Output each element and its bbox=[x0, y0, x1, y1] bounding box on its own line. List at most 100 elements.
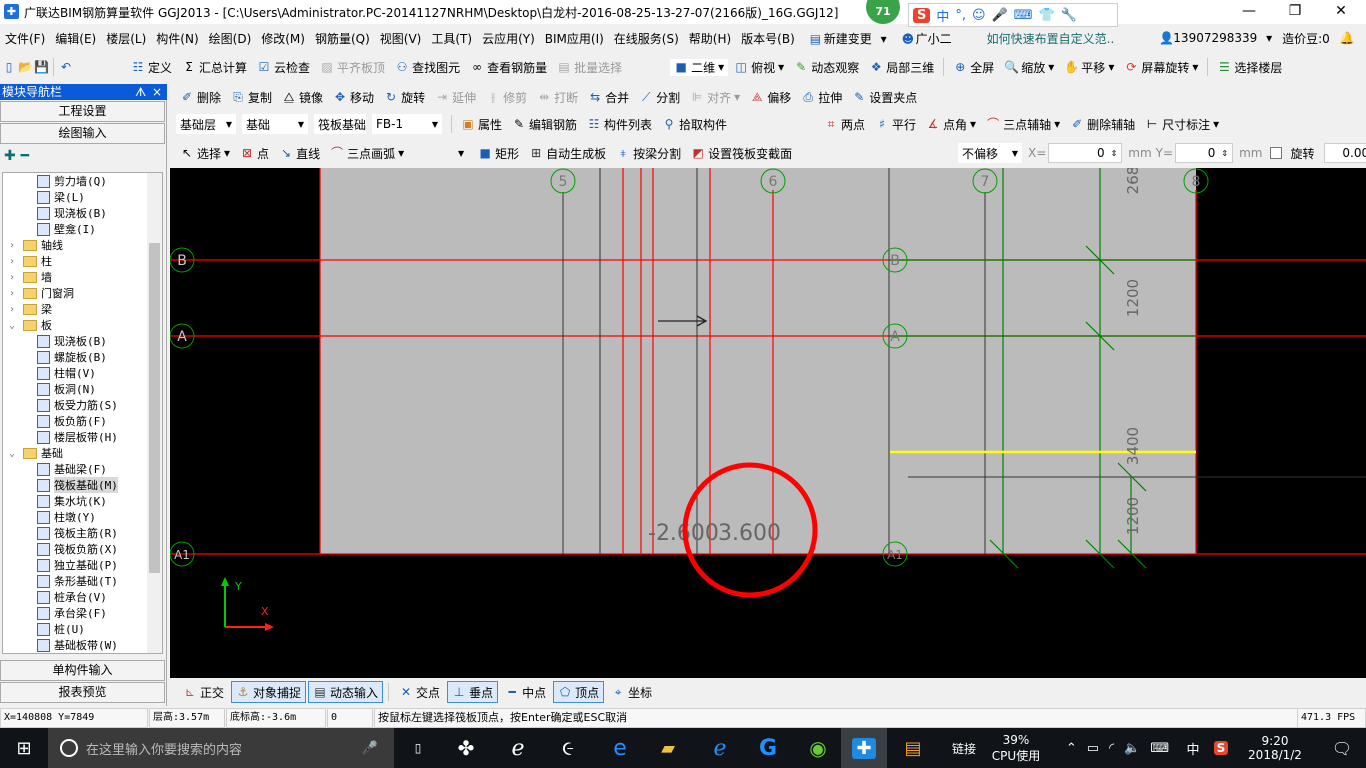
tree-item[interactable]: 剪力墙(Q) bbox=[37, 173, 107, 189]
tree-item[interactable]: 壁龛(I) bbox=[37, 221, 96, 237]
tree-item[interactable]: 柱墩(Y) bbox=[37, 509, 96, 525]
tree-item[interactable]: 梁(L) bbox=[37, 189, 85, 205]
arc-option-select[interactable]: ▼ bbox=[410, 143, 469, 163]
edit-rebar-button[interactable]: ✎ 编辑钢筋 bbox=[508, 116, 581, 133]
ime-skin-icon[interactable]: 👕 bbox=[1039, 8, 1055, 23]
action-center-button[interactable]: 🗨 bbox=[1318, 728, 1366, 768]
local-3d-button[interactable]: ❖ 局部三维 bbox=[865, 59, 938, 76]
tree-item[interactable]: 螺旋板(B) bbox=[37, 349, 107, 365]
taskbar-app-ie2[interactable]: ℯ bbox=[698, 728, 742, 768]
component-list-button[interactable]: ☷ 构件列表 bbox=[583, 116, 656, 133]
volume-icon[interactable]: 🔈 bbox=[1124, 741, 1140, 756]
menu-file[interactable]: 文件(F) bbox=[0, 30, 50, 47]
taskbar-app-notes[interactable]: ▤ bbox=[893, 728, 933, 768]
coordinate-snap[interactable]: ⌖ 坐标 bbox=[606, 681, 657, 703]
view-2d-select[interactable]: ■ 二维 ▾ bbox=[670, 58, 729, 76]
grip-button[interactable]: ✎ 设置夹点 bbox=[848, 89, 921, 106]
canvas-drawing[interactable]: 5 6 7 8 B A A1 B A A1 268 1200 3400 1200… bbox=[170, 168, 1366, 678]
menu-view[interactable]: 视图(V) bbox=[375, 30, 427, 47]
zoom-button[interactable]: 🔍 缩放 ▾ bbox=[1000, 59, 1058, 76]
menu-floor[interactable]: 楼层(L) bbox=[101, 30, 151, 47]
rotate-screen-button[interactable]: ⟳ 屏幕旋转 ▾ bbox=[1120, 59, 1202, 76]
tree-item[interactable]: 筏板基础(M) bbox=[37, 477, 118, 493]
tree-folder[interactable]: ⌄ 板 bbox=[9, 317, 52, 333]
menu-edit[interactable]: 编辑(E) bbox=[50, 30, 101, 47]
tree-folder[interactable]: › 墙 bbox=[9, 269, 52, 285]
category-select[interactable]: 基础 ▼ bbox=[242, 114, 308, 134]
save-icon[interactable]: 💾 bbox=[34, 60, 49, 74]
ime-settings-icon[interactable]: 🔧 bbox=[1061, 8, 1077, 23]
report-preview-button[interactable]: 报表预览 bbox=[0, 682, 165, 703]
chevron-up-icon[interactable]: ⌃ bbox=[1066, 741, 1077, 756]
tree-item[interactable]: 基础板带(W) bbox=[37, 637, 118, 653]
pin-icon[interactable]: ᗑ bbox=[135, 84, 146, 100]
tree-item[interactable]: 柱帽(V) bbox=[37, 365, 96, 381]
line-button[interactable]: ↘ 直线 bbox=[275, 145, 324, 162]
intersection-snap[interactable]: ✕ 交点 bbox=[394, 681, 445, 703]
tree-folder[interactable]: ⌄ 基础 bbox=[9, 445, 63, 461]
copy-button[interactable]: ⎘ 复制 bbox=[227, 89, 276, 106]
dynamic-input-toggle[interactable]: ▤ 动态输入 bbox=[308, 681, 384, 703]
taskbar-app-edge[interactable]: e bbox=[598, 728, 642, 768]
cloud-check-button[interactable]: ☑ 云检查 bbox=[253, 59, 314, 76]
tree-item[interactable]: 桩(U) bbox=[37, 621, 85, 637]
rect-button[interactable]: ■ 矩形 bbox=[474, 145, 523, 162]
menu-bim[interactable]: BIM应用(I) bbox=[540, 30, 609, 47]
merge-button[interactable]: ⇆ 合并 bbox=[584, 89, 633, 106]
drawing-input-button[interactable]: 绘图输入 bbox=[0, 123, 165, 144]
chevron-down-icon[interactable]: ⌄ bbox=[9, 448, 21, 459]
view-rebar-button[interactable]: ∞ 查看钢筋量 bbox=[466, 59, 551, 76]
microphone-icon[interactable]: 🎤 bbox=[362, 741, 378, 756]
tree-item[interactable]: 集水坑(K) bbox=[37, 493, 107, 509]
y-input[interactable]: 0 ⇕ bbox=[1175, 143, 1234, 163]
find-button[interactable]: ⚇ 查找图元 bbox=[391, 59, 464, 76]
tree-folder[interactable]: › 门窗洞 bbox=[9, 285, 74, 301]
ime-chinese-mode[interactable]: 中 bbox=[936, 6, 949, 25]
break-button[interactable]: ⇹ 打断 bbox=[533, 89, 582, 106]
batch-select-button[interactable]: ▤ 批量选择 bbox=[553, 59, 626, 76]
midpoint-snap[interactable]: ━ 中点 bbox=[500, 681, 551, 703]
rotate-input[interactable]: 0.000⇕ bbox=[1324, 143, 1366, 163]
align-top-button[interactable]: ▨ 平齐板顶 bbox=[316, 59, 389, 76]
notification-badge[interactable]: 71 bbox=[866, 0, 900, 24]
task-view-button[interactable]: ▯ bbox=[396, 728, 440, 768]
tree-folder[interactable]: › 梁 bbox=[9, 301, 52, 317]
top-view-button[interactable]: ◫ 俯视 ▾ bbox=[730, 59, 788, 76]
tree-item[interactable]: 筏板负筋(X) bbox=[37, 541, 118, 557]
floor-select[interactable]: 基础层 ▼ bbox=[176, 114, 236, 134]
point-button[interactable]: ⊠ 点 bbox=[236, 145, 273, 162]
define-button[interactable]: ☷ 定义 bbox=[127, 59, 176, 76]
stretch-button[interactable]: ⎙ 拉伸 bbox=[797, 89, 846, 106]
parallel-axis-button[interactable]: ♯ 平行 bbox=[871, 116, 920, 133]
tree-item[interactable]: 承台梁(F) bbox=[37, 605, 107, 621]
clock[interactable]: 9:20 2018/1/2 bbox=[1240, 728, 1310, 768]
raft-slab[interactable] bbox=[320, 168, 1196, 554]
split-button[interactable]: ⟋ 分割 bbox=[635, 89, 684, 106]
delete-button[interactable]: ✐ 删除 bbox=[176, 89, 225, 106]
dynamic-view-button[interactable]: ✎ 动态观察 bbox=[790, 59, 863, 76]
ime-punct[interactable]: °, bbox=[955, 8, 966, 23]
taskbar-app-explorer[interactable]: ▰ bbox=[646, 728, 690, 768]
close-icon[interactable]: × bbox=[152, 84, 162, 100]
close-button[interactable]: ✕ bbox=[1318, 0, 1364, 24]
account-button[interactable]: 👤13907298339 ▾ bbox=[1149, 31, 1277, 45]
tree-scrollbar[interactable] bbox=[147, 173, 162, 653]
pick-component-button[interactable]: ⚲ 拾取构件 bbox=[658, 116, 731, 133]
ime-toolbar[interactable]: S 中 °, ☺ 🎤 ⌨ 👕 🔧 bbox=[908, 3, 1118, 27]
undo-icon[interactable]: ↶ bbox=[59, 60, 73, 74]
two-point-axis-button[interactable]: ⌗ 两点 bbox=[820, 116, 869, 133]
perpendicular-snap[interactable]: ⊥ 垂点 bbox=[447, 681, 499, 703]
chevron-right-icon[interactable]: › bbox=[9, 288, 21, 299]
point-angle-button[interactable]: ∡ 点角 ▾ bbox=[922, 116, 980, 133]
fullscreen-button[interactable]: ⊕ 全屏 bbox=[949, 59, 998, 76]
rotate-checkbox[interactable] bbox=[1270, 147, 1283, 159]
drawing-canvas[interactable]: 5 6 7 8 B A A1 B A A1 268 1200 3400 1200… bbox=[170, 168, 1366, 678]
variable-section-button[interactable]: ◩ 设置筏板变截面 bbox=[687, 145, 796, 162]
align-button[interactable]: ⊫ 对齐 ▾ bbox=[686, 89, 744, 106]
object-snap-toggle[interactable]: ⚓ 对象捕捉 bbox=[231, 681, 307, 703]
new-change-button[interactable]: ▤ 新建变更 ▾ bbox=[800, 30, 892, 47]
start-button[interactable]: ⊞ bbox=[0, 728, 48, 768]
menu-tools[interactable]: 工具(T) bbox=[426, 30, 477, 47]
dimension-button[interactable]: ⊢ 尺寸标注 ▾ bbox=[1141, 116, 1223, 133]
tree-folder[interactable]: › 轴线 bbox=[9, 237, 63, 253]
